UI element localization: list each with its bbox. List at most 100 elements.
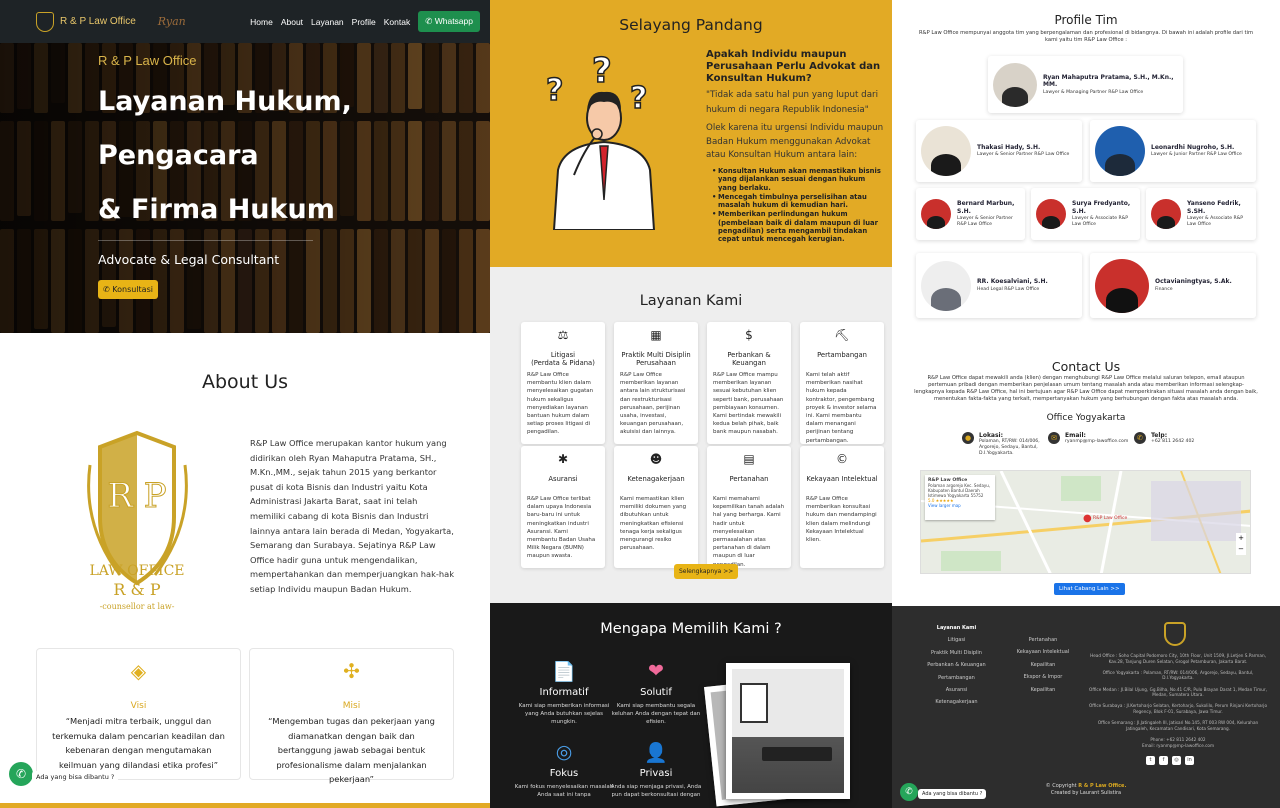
footer-link[interactable]: Pertanahan [1008,634,1078,646]
brand-name[interactable]: R & P Law Office [60,16,136,27]
team-member-card: Bernard Marbun, S.H. Lawyer & Senior Part… [916,188,1025,240]
feature-title: Privasi [639,768,673,779]
footer: Layanan Kami Litigasi Praktik Multi Disi… [892,606,1280,808]
footer-link[interactable]: Ketenagakerjaan [924,696,989,708]
money-bag-icon: $ [745,328,753,342]
map-zoom-controls[interactable]: + − [1236,533,1246,555]
nav-link-profile[interactable]: Profile [352,17,376,27]
footer-link[interactable]: Litigasi [924,634,989,646]
hero-subtitle: R & P Law Office [98,53,197,68]
contact-section: Contact Us R&P Law Office dapat mewakili… [892,338,1280,606]
footer-link[interactable]: Perbankan & Keuangan [924,659,989,671]
hero-tagline: Advocate & Legal Consultant [98,252,280,267]
feature-solutif: ❤ Solutif Kami siap membantu segala kelu… [606,660,706,726]
service-title: Pertanahan [729,475,769,483]
target-icon: ◎ [555,741,573,763]
service-title: Praktik Multi Disiplin Perusahaan [621,351,691,367]
bottom-strip [0,803,490,808]
law-office-logo: R P LAW OFFICE R & P -counsellor at law- [87,430,188,611]
building-icon: ▦ [650,328,662,342]
nav-link-home[interactable]: Home [250,17,273,27]
footer-link[interactable]: Kekayaan Intelektual [1008,646,1078,658]
service-card[interactable]: ☻ Ketenagakerjaan Kami memastikan klien me… [614,446,698,568]
instagram-icon[interactable]: ◎ [1172,756,1181,765]
column-home: R & P Law Office Ryan Home About Layanan… [0,0,490,808]
social-links: t f ◎ in [1146,756,1194,765]
member-role: Lawyer & Associate R&P Law Office [1187,216,1244,227]
member-name: RR. Koesalviani, S.H. [977,278,1048,286]
logo-icon[interactable] [36,11,54,32]
hero-title-line: & Firma Hukum [98,194,335,225]
selayang-heading: Selayang Pandang [619,16,763,34]
nav-link-kontak[interactable]: Kontak [384,17,410,27]
list-item: Mencegah timbulnya perselisihan atau mas… [712,193,884,210]
copyright-icon: © [836,452,848,466]
avatar [1151,199,1181,229]
member-role: Lawyer & Associate R&P Law Office [1072,216,1129,227]
feature-title: Solutif [640,687,672,698]
logo-text: -counsellor at law- [100,602,175,611]
list-item: Memberikan perlindungan hukum (pembelaan… [712,210,884,243]
list-item: Konsultan Hukum akan memastikan bisnis y… [712,167,884,192]
telp-value[interactable]: +62 811 2642 402 [1151,439,1194,445]
service-card[interactable]: ⛏ Pertambangan Kami telah aktif memberikan… [800,322,884,444]
service-card[interactable]: ▤ Pertanahan Kami memahami kepemilikan tan… [707,446,791,568]
footer-link[interactable]: Kepailitan [1008,684,1078,696]
service-card[interactable]: $ Perbankan & Keuangan R&P Law Office mamp… [707,322,791,444]
konsultasi-button[interactable]: ✆ Konsultasi [98,280,158,299]
service-card[interactable]: © Kekayaan Intelektual R&P Law Office memb… [800,446,884,568]
footer-link[interactable]: Kepailitan [1008,659,1078,671]
team-member-card: RR. Koesalviani, S.H. Head Legal R&P Law … [916,253,1082,318]
facebook-icon[interactable]: f [1159,756,1168,765]
email-value[interactable]: ryanmp@rnp-lawoffice.com [1065,439,1128,445]
service-title: Asuransi [548,475,578,483]
member-role: Lawyer & Junior Partner R&P Law Office [1151,152,1242,158]
footer-link[interactable]: Pertambangan [924,672,989,684]
team-member-card: Yanseno Fedrik, S.SH. Lawyer & Associate … [1146,188,1256,240]
service-card[interactable]: ⚖ Litigasi (Perdata & Pidana) R&P Law Offi… [521,322,605,444]
footer-link[interactable]: Ekspor & Impor [1008,671,1078,683]
telp-label: Telp: [1151,432,1168,439]
whatsapp-chat-icon[interactable]: ✆ [900,783,918,801]
service-card[interactable]: ✱ Asuransi R&P Law Office terlibat dalam u… [521,446,605,568]
whatsapp-chat-icon[interactable]: ✆ [9,762,33,786]
footer-link[interactable]: Asuransi [924,684,989,696]
member-name: Ryan Mahaputra Pratama, S.H., M.Kn., MM. [1043,73,1174,89]
service-desc: Kami telah aktif memberikan nasihat huku… [806,372,877,444]
nav-link-layanan[interactable]: Layanan [311,17,344,27]
selayang-quote: "Tidak ada satu hal pun yang luput dari … [706,90,878,115]
visi-title: Visi [130,701,147,711]
document-icon: 📄 [552,661,576,683]
nav-link-about[interactable]: About [281,17,303,27]
car-crash-icon: ✱ [557,452,569,466]
visi-quote: “Menjadi mitra terbaik, unggul dan terke… [52,716,225,770]
svg-text:R P: R P [107,476,166,516]
footer-heading: Layanan Kami [936,625,977,631]
service-title: Perbankan & Keuangan [727,351,771,367]
google-map[interactable]: R&P Law Office Polaman argorejo Kec. Sed… [920,470,1251,574]
feature-desc: Kami fokus menyelesaikan masalah Anda sa… [514,784,614,798]
lihat-cabang-button[interactable]: Lihat Cabang Lain >> [1054,583,1125,595]
feature-informatif: 📄 Informatif Kami siap memberikan inform… [514,660,614,726]
map-view-larger-link[interactable]: View larger map [928,503,992,508]
member-role: Head Legal R&P Law Office [977,286,1040,292]
twitter-icon[interactable]: t [1146,756,1155,765]
avatar [1095,126,1145,176]
service-desc: Kami memastikan klien memiliki dokumen y… [620,496,687,552]
linkedin-icon[interactable]: in [1185,756,1194,765]
target-icon: ◈ [130,659,147,683]
about-text: R&P Law Office merupakan kantor hukum ya… [250,438,455,594]
feature-title: Fokus [549,768,579,779]
chat-label[interactable]: Ada yang bisa dibantu ? [32,771,119,783]
whatsapp-button[interactable]: ✆ Whatsapp [418,11,480,32]
member-role: Lawyer & Senior Partner R&P Law Office [977,152,1070,158]
member-name: Surya Fredyanto, S.H. [1072,200,1131,215]
service-card[interactable]: ▦ Praktik Multi Disiplin Perusahaan R&P La… [614,322,698,444]
contact-email: ✉ Email: ryanmp@rnp-lawoffice.com [1048,432,1138,445]
service-desc: R&P Law Office memberikan layanan antara… [620,372,686,436]
footer-link[interactable]: Praktik Multi Disiplin [924,647,989,659]
contact-lokasi: ● Lokasi: Polaman, RT/RW: 014/006, Argore… [962,432,1042,456]
map-pin-icon[interactable]: ● [1083,513,1092,524]
selengkapnya-button[interactable]: Selengkapnya >> [674,564,739,579]
chat-label[interactable]: Ada yang bisa dibantu ? [918,789,987,799]
